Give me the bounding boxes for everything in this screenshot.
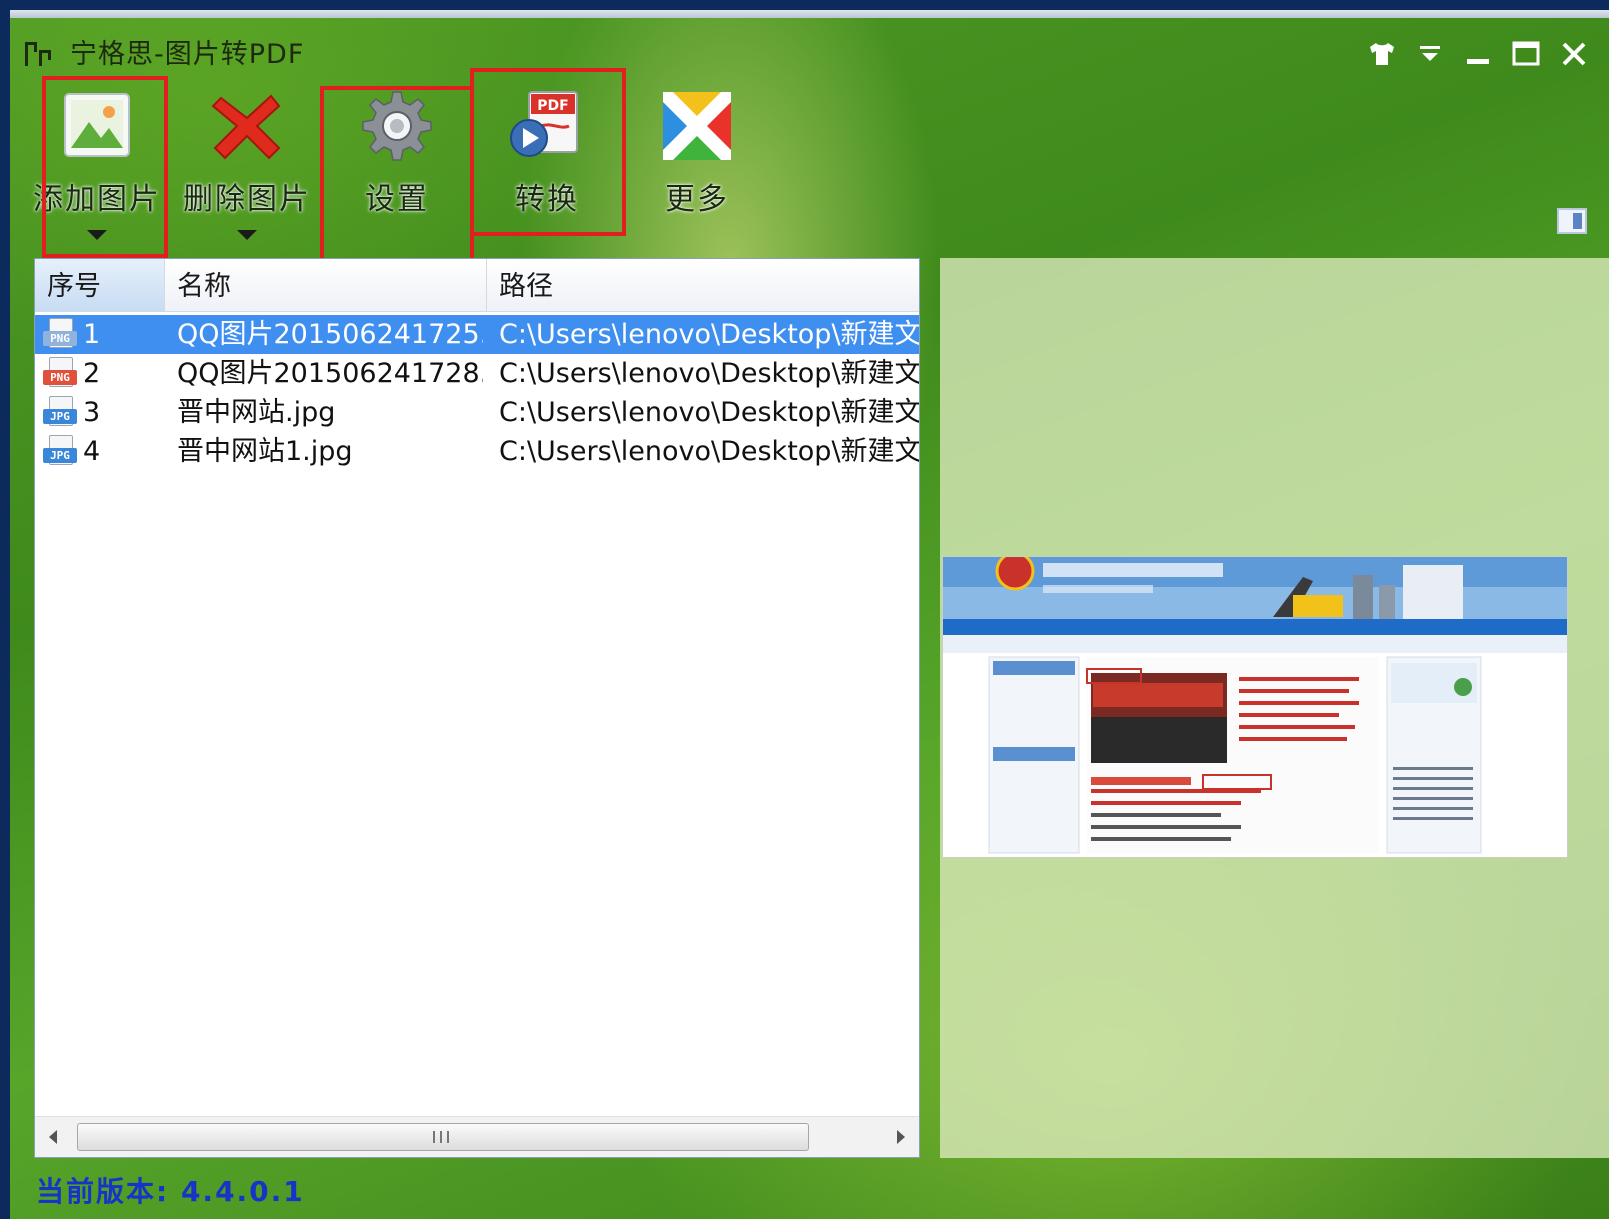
jpg-file-icon: JPG [43, 435, 77, 467]
picture-icon [64, 93, 130, 157]
preview-panel [940, 258, 1609, 1158]
delete-image-label: 删除图片 [183, 182, 311, 217]
row-index: 3 [83, 397, 101, 428]
title-strip [10, 10, 1609, 18]
panel-toggle-icon[interactable] [1557, 208, 1587, 234]
settings-button[interactable]: 设置 [322, 86, 472, 256]
image-app-icon [25, 42, 51, 66]
add-image-button[interactable]: 添加图片 [22, 86, 172, 256]
close-icon[interactable] [1557, 37, 1591, 71]
row-file-name: 晋中网站.jpg [177, 397, 336, 428]
row-file-path: C:\Users\lenovo\Desktop\新建文件夹 [499, 436, 919, 467]
window-title: 宁格思-图片转PDF [70, 39, 305, 70]
gear-icon [362, 91, 432, 161]
svg-text:PDF: PDF [537, 98, 568, 114]
file-list: 序号 名称 路径 PNG 1 QQ图片201506241725... C:\Users… [34, 258, 920, 1158]
png-file-icon: PNG [43, 318, 77, 350]
row-file-path: C:\Users\lenovo\Desktop\新建文件夹 [499, 397, 919, 428]
settings-label: 设置 [365, 182, 429, 217]
version-label: 当前版本: 4.4.0.1 [36, 1175, 305, 1208]
chevron-down-icon[interactable] [87, 230, 107, 240]
row-file-path: C:\Users\lenovo\Desktop\新建文件夹 [499, 319, 919, 350]
convert-button[interactable]: PDF 转换 [472, 86, 622, 256]
scrollbar-thumb[interactable] [77, 1123, 809, 1151]
delete-image-button[interactable]: 删除图片 [172, 86, 322, 256]
more-label: 更多 [665, 182, 729, 217]
table-row[interactable]: JPG 4 晋中网站1.jpg C:\Users\lenovo\Desktop\新建文… [35, 432, 919, 471]
row-file-path: C:\Users\lenovo\Desktop\新建文件夹 [499, 358, 919, 389]
maximize-icon[interactable] [1509, 37, 1543, 71]
convert-label: 转换 [515, 182, 579, 217]
image-preview [942, 556, 1568, 858]
more-button[interactable]: 更多 [622, 86, 772, 256]
dropdown-menu-icon[interactable] [1413, 37, 1447, 71]
row-index: 1 [83, 319, 101, 350]
more-apps-icon [663, 92, 731, 160]
column-header-index[interactable]: 序号 [35, 259, 165, 311]
pdf-convert-icon: PDF [510, 91, 578, 157]
row-file-name: QQ图片201506241725... [177, 319, 483, 350]
row-index: 2 [83, 358, 101, 389]
list-header: 序号 名称 路径 [35, 259, 919, 312]
png-file-icon: PNG [43, 357, 77, 389]
table-row[interactable]: PNG 1 QQ图片201506241725... C:\Users\lenovo\D… [35, 315, 919, 354]
chevron-down-icon[interactable] [237, 230, 257, 240]
add-image-label: 添加图片 [33, 182, 161, 217]
table-row[interactable]: JPG3 晋中网站.jpg C:\Users\lenovo\Desktop\新建文件… [35, 393, 919, 432]
row-file-name: 晋中网站1.jpg [177, 436, 353, 467]
scroll-right-icon[interactable] [897, 1130, 905, 1144]
scroll-left-icon[interactable] [49, 1130, 57, 1144]
app-window: 宁格思-图片转PDF 添加图片 删除图片 设置 PDF 转换 更多 序号 名称 … [10, 10, 1609, 1219]
row-file-name: QQ图片201506241728... [177, 358, 483, 389]
column-header-name[interactable]: 名称 [165, 259, 487, 311]
minimize-icon[interactable] [1461, 37, 1495, 71]
scrollbar-grip [433, 1131, 449, 1143]
jpg-file-icon: JPG [43, 396, 77, 428]
delete-x-icon [211, 94, 281, 160]
window-controls [1365, 38, 1591, 70]
horizontal-scrollbar[interactable] [35, 1116, 919, 1157]
column-header-path[interactable]: 路径 [487, 259, 919, 311]
row-index: 4 [83, 436, 101, 467]
table-row[interactable]: PNG 2 QQ图片201506241728... C:\Users\lenovo\D… [35, 354, 919, 393]
tshirt-icon[interactable] [1365, 37, 1399, 71]
